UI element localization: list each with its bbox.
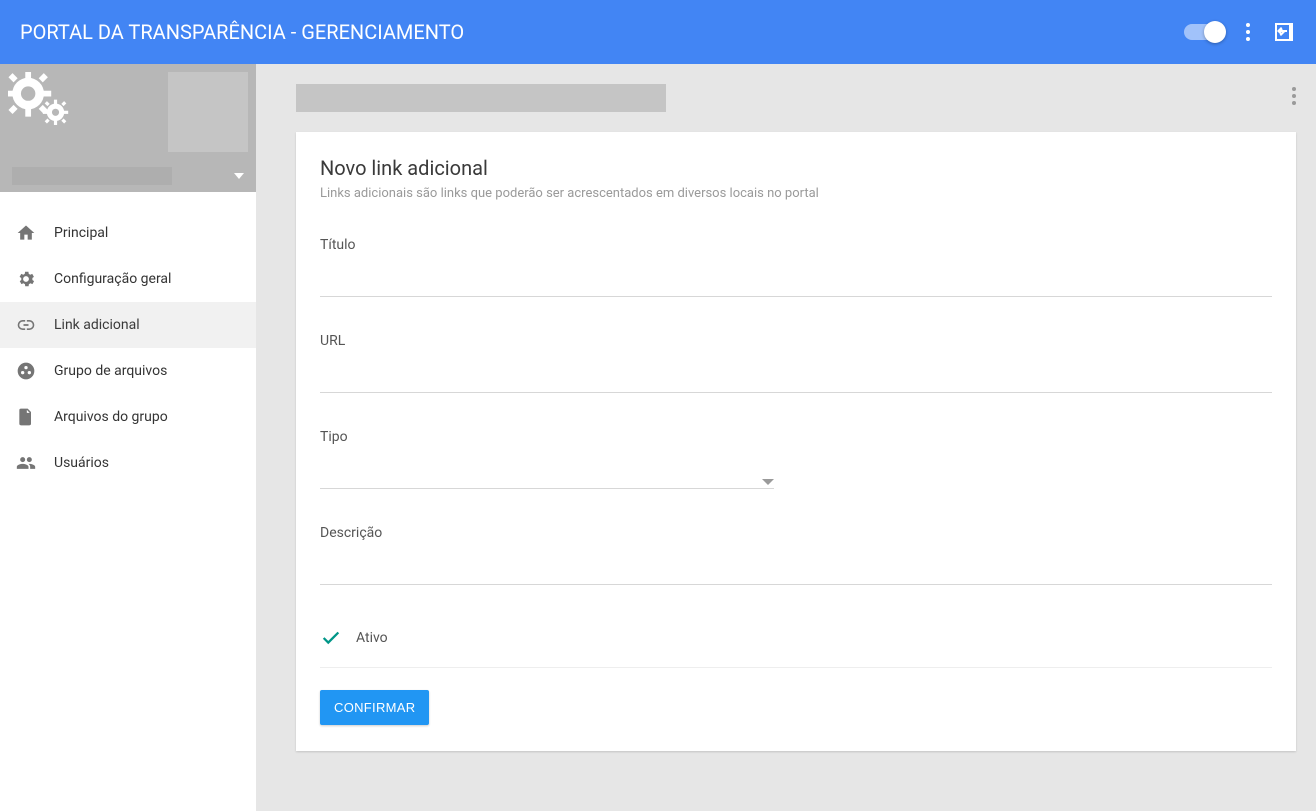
card-title: Novo link adicional: [320, 156, 1272, 180]
gears-icon: [8, 72, 80, 144]
field-url: URL: [320, 333, 1272, 393]
more-vertical-icon: [1292, 87, 1296, 105]
more-vertical-button[interactable]: [1246, 23, 1250, 41]
sidebar-item-label: Arquivos do grupo: [54, 409, 168, 425]
form-card: Novo link adicional Links adicionais são…: [296, 132, 1296, 751]
descricao-input[interactable]: [320, 567, 1272, 585]
ativo-checkbox[interactable]: Ativo: [320, 621, 1272, 668]
confirm-button[interactable]: CONFIRMAR: [320, 690, 429, 725]
sidebar-nav: Principal Configuração geral Link adicio…: [0, 192, 256, 486]
field-titulo: Título: [320, 237, 1272, 297]
sidebar-item-usuarios[interactable]: Usuários: [0, 440, 256, 486]
sidebar: Principal Configuração geral Link adicio…: [0, 64, 256, 811]
sidebar-item-label: Grupo de arquivos: [54, 363, 167, 379]
field-descricao: Descrição: [320, 525, 1272, 585]
sidebar-item-arquivos-grupo[interactable]: Arquivos do grupo: [0, 394, 256, 440]
sidebar-header: [0, 64, 256, 192]
check-icon: [320, 627, 342, 649]
field-label: Descrição: [320, 525, 1272, 541]
page-title-placeholder: [296, 84, 666, 112]
chevron-down-icon: [234, 173, 244, 179]
logout-button[interactable]: [1272, 20, 1296, 44]
sidebar-item-label: Configuração geral: [54, 271, 171, 287]
sidebar-item-grupo-arquivos[interactable]: Grupo de arquivos: [0, 348, 256, 394]
home-icon: [16, 223, 36, 243]
sidebar-item-label: Usuários: [54, 455, 109, 471]
main-content: Novo link adicional Links adicionais são…: [256, 64, 1316, 811]
file-icon: [16, 407, 36, 427]
link-icon: [16, 315, 36, 335]
org-dropdown[interactable]: [0, 160, 256, 192]
org-logo-placeholder: [168, 72, 248, 152]
field-label: Título: [320, 237, 1272, 253]
sidebar-item-principal[interactable]: Principal: [0, 210, 256, 256]
field-label: Tipo: [320, 429, 1272, 445]
more-vertical-icon: [1246, 23, 1250, 41]
ativo-label: Ativo: [356, 630, 388, 646]
logout-icon: [1272, 20, 1296, 44]
toggle-thumb-icon: [1204, 21, 1226, 43]
sidebar-item-config[interactable]: Configuração geral: [0, 256, 256, 302]
group-work-icon: [16, 361, 36, 381]
theme-toggle[interactable]: [1184, 24, 1224, 40]
page-header: [296, 84, 1296, 112]
gear-icon: [16, 269, 36, 289]
org-name-placeholder: [12, 167, 172, 185]
sidebar-item-label: Link adicional: [54, 317, 140, 333]
titulo-input[interactable]: [320, 279, 1272, 297]
appbar-title: PORTAL DA TRANSPARÊNCIA - GERENCIAMENTO: [20, 20, 464, 44]
field-tipo: Tipo: [320, 429, 1272, 489]
appbar: PORTAL DA TRANSPARÊNCIA - GERENCIAMENTO: [0, 0, 1316, 64]
page-more-button[interactable]: [1292, 87, 1296, 109]
users-icon: [16, 453, 36, 473]
appbar-actions: [1184, 20, 1296, 44]
field-label: URL: [320, 333, 1272, 349]
tipo-select[interactable]: [320, 471, 774, 489]
url-input[interactable]: [320, 375, 1272, 393]
sidebar-item-label: Principal: [54, 225, 108, 241]
card-subtitle: Links adicionais são links que poderão s…: [320, 186, 1272, 201]
chevron-down-icon: [762, 479, 774, 485]
sidebar-item-link-adicional[interactable]: Link adicional: [0, 302, 256, 348]
